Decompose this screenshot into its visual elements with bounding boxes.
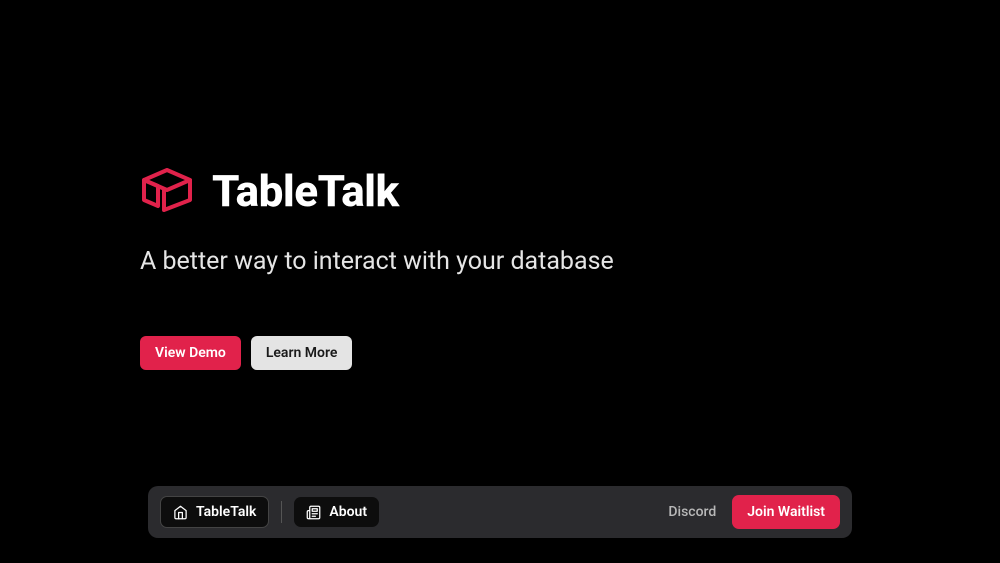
news-icon bbox=[306, 505, 321, 520]
logo-row: TableTalk bbox=[140, 165, 614, 217]
bottom-nav: TableTalk About Discord Join Waitlist bbox=[148, 486, 852, 538]
nav-about[interactable]: About bbox=[294, 497, 379, 527]
nav-about-label: About bbox=[329, 504, 367, 520]
home-icon bbox=[173, 505, 188, 520]
brand-name: TableTalk bbox=[212, 165, 399, 217]
learn-more-button[interactable]: Learn More bbox=[251, 336, 353, 370]
nav-divider bbox=[281, 501, 282, 523]
nav-home[interactable]: TableTalk bbox=[160, 496, 269, 528]
join-waitlist-button[interactable]: Join Waitlist bbox=[732, 495, 840, 529]
nav-right: Discord Join Waitlist bbox=[668, 495, 840, 529]
box-logo-icon bbox=[140, 166, 194, 216]
discord-link[interactable]: Discord bbox=[668, 504, 716, 520]
view-demo-button[interactable]: View Demo bbox=[140, 336, 241, 370]
nav-left: TableTalk About bbox=[160, 496, 379, 528]
nav-home-label: TableTalk bbox=[196, 504, 256, 520]
cta-row: View Demo Learn More bbox=[140, 336, 614, 370]
tagline: A better way to interact with your datab… bbox=[140, 247, 614, 276]
hero-section: TableTalk A better way to interact with … bbox=[140, 165, 614, 370]
